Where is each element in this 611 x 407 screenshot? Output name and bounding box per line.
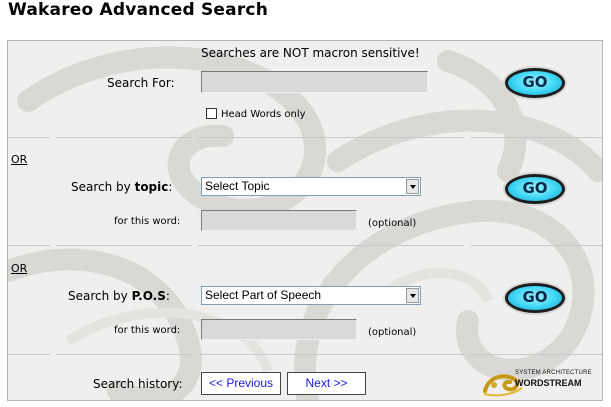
pos-word-label: for this word: [114,325,181,336]
topic-select-value: Select Topic [205,179,270,193]
wordstream-logo: SYSTEM ARCHITECTURE WORDSTREAM [482,367,600,399]
macron-notice: Searches are NOT macron sensitive! [201,46,420,60]
divider [471,137,602,138]
divider [56,137,192,138]
or-link-pos[interactable]: OR [11,262,27,275]
topic-select[interactable]: Select Topic [201,177,421,196]
pos-word-input[interactable] [201,319,357,340]
divider [471,245,602,246]
search-by-topic-label: Search by topic: [71,180,173,194]
pos-select[interactable]: Select Part of Speech [201,286,421,305]
previous-button[interactable]: << Previous [201,372,281,395]
search-history-label: Search history: [93,377,183,391]
page-title: Wakareo Advanced Search [8,0,268,20]
divider [56,245,192,246]
chevron-down-icon [406,179,419,194]
divider [198,137,464,138]
search-panel: Searches are NOT macron sensitive! Searc… [7,40,603,401]
next-button[interactable]: Next >> [287,372,366,395]
or-link-topic[interactable]: OR [11,153,27,166]
divider [198,245,464,246]
divider [8,137,50,138]
head-words-checkbox[interactable] [206,108,217,119]
search-by-pos-label: Search by P.O.S: [68,289,170,303]
divider [8,354,50,355]
logo-line1: SYSTEM ARCHITECTURE [515,370,592,376]
topic-word-label: for this word: [114,216,181,227]
divider [198,354,464,355]
search-for-label: Search For: [107,76,175,90]
pos-select-value: Select Part of Speech [205,288,322,302]
search-for-input[interactable] [201,71,428,93]
divider [8,245,50,246]
pos-go-button[interactable]: GO [505,283,565,313]
topic-word-input[interactable] [201,210,357,231]
divider [471,354,602,355]
topic-optional-label: (optional) [368,218,417,229]
topic-go-button[interactable]: GO [505,174,565,204]
head-words-label: Head Words only [221,109,306,120]
search-for-go-button[interactable]: GO [505,68,565,98]
chevron-down-icon [406,288,419,303]
logo-line2: WORDSTREAM [515,378,582,388]
divider [56,354,192,355]
pos-optional-label: (optional) [368,327,417,338]
